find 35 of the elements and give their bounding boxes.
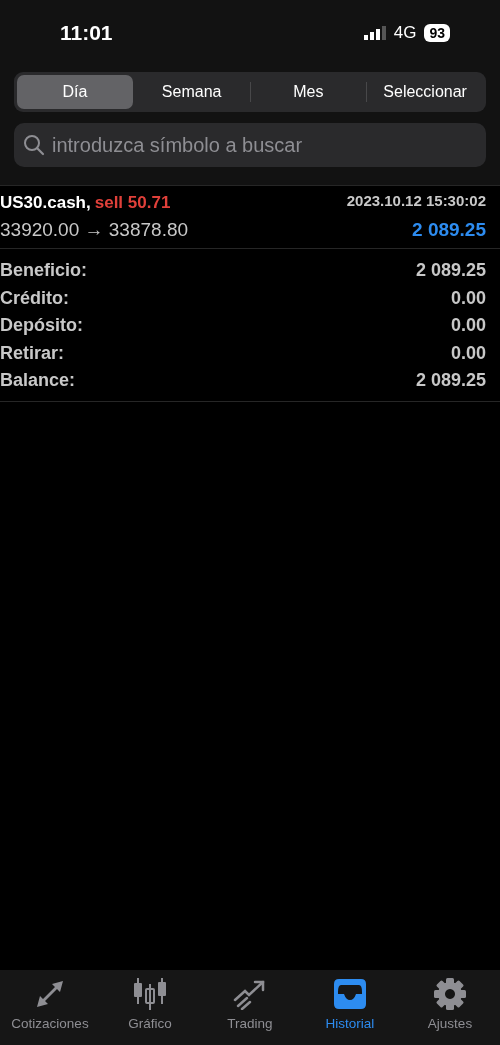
- deal-prices: 33920.00 → 33878.80: [0, 217, 189, 242]
- summary-value: 2 089.25: [415, 369, 486, 392]
- deal-profit: 2 089.25: [412, 217, 486, 242]
- summary-label: Retirar:: [0, 341, 65, 365]
- summary-label: Crédito:: [0, 286, 69, 310]
- tab-bar-item[interactable]: Historial: [300, 978, 400, 1045]
- double-arrow-icon: [34, 978, 66, 1010]
- status-time: 11:01: [60, 20, 113, 47]
- candlestick-icon: [133, 978, 167, 1010]
- summary-label: Depósito:: [0, 314, 83, 337]
- period-tab[interactable]: Día: [17, 75, 133, 109]
- network-label: 4G: [393, 22, 417, 45]
- tab-bar-item[interactable]: Trading: [200, 978, 300, 1045]
- tab-bar-item[interactable]: Ajustes: [400, 978, 500, 1045]
- summary-value: 0.00: [450, 341, 486, 365]
- deal-side: sell 50.71: [94, 192, 171, 214]
- trend-arrow-icon: [233, 978, 267, 1010]
- signal-icon: [363, 26, 386, 40]
- settings-icon: [433, 978, 467, 1010]
- deal-symbol: US30.cash,: [0, 192, 91, 214]
- deal-time: 2023.10.12 15:30:02: [346, 191, 486, 211]
- tab-bar-item[interactable]: Gráfico: [100, 978, 200, 1045]
- summary-label: Balance:: [0, 369, 76, 392]
- tab-bar-item[interactable]: Cotizaciones: [0, 978, 100, 1045]
- period-tab[interactable]: Seleccionar: [367, 75, 483, 109]
- inbox-tray-icon: [333, 978, 367, 1010]
- summary-value: 2 089.25: [415, 259, 486, 282]
- search-field[interactable]: introduzca símbolo a buscar: [14, 123, 486, 167]
- summary-value: 0.00: [450, 286, 486, 310]
- summary-value: 0.00: [450, 314, 486, 337]
- battery-level: 93: [424, 24, 450, 42]
- deal-row[interactable]: US30.cash, sell 50.71 2023.10.12 15:30:02 33920.00 → 33878.80 2 089.25: [0, 185, 500, 249]
- period-tab[interactable]: Semana: [133, 75, 250, 109]
- period-tab[interactable]: Mes: [250, 75, 367, 109]
- summary-label: Beneficio:: [0, 259, 87, 282]
